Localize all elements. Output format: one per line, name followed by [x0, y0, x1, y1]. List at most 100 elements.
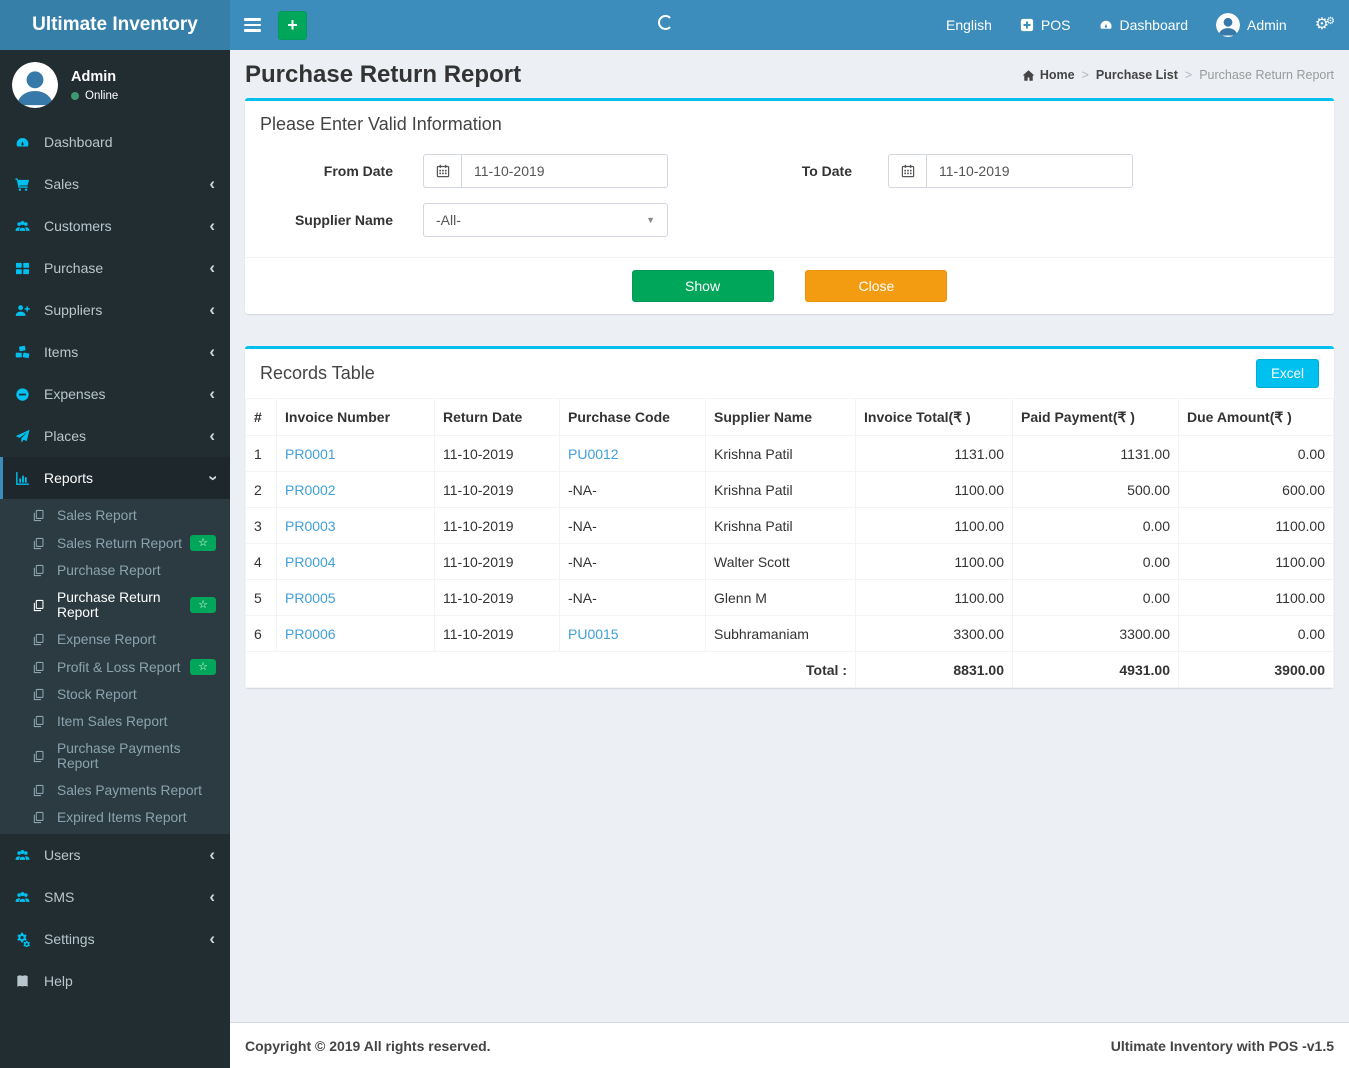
invoice-link[interactable]: PR0002 — [285, 482, 336, 498]
sidebar-sublink-sales-report[interactable]: Sales Report — [0, 502, 230, 529]
sidebar-sublink-sales-payments-report[interactable]: Sales Payments Report — [0, 777, 230, 804]
copy-icon — [32, 599, 51, 612]
sidebar-subitem-purchase-payments-report: Purchase Payments Report — [0, 735, 230, 777]
purchase-code-link[interactable]: PU0015 — [568, 626, 619, 642]
sidebar-link-sales[interactable]: Sales ‹ — [0, 163, 230, 205]
sidebar-sublink-purchase-report[interactable]: Purchase Report — [0, 557, 230, 584]
sidebar-sublink-expired-items-report[interactable]: Expired Items Report — [0, 804, 230, 831]
chevron-left-icon: ‹ — [209, 300, 215, 319]
cell-purchase-code: -NA- — [559, 507, 706, 544]
sidebar-item-customers: Customers ‹ — [0, 205, 230, 247]
purchase-code-link[interactable]: PU0012 — [568, 446, 619, 462]
sidebar-item-label: Dashboard — [44, 134, 113, 150]
sidebar-subitem-purchase-report: Purchase Report — [0, 557, 230, 584]
invoice-link[interactable]: PR0006 — [285, 626, 336, 642]
cell-invoice: PR0005 — [276, 579, 435, 616]
calendar-icon — [424, 155, 462, 187]
sidebar-link-users[interactable]: Users ‹ — [0, 834, 230, 876]
star-badge: ☆ — [190, 597, 216, 613]
breadcrumb-purchase-list[interactable]: Purchase List — [1096, 68, 1178, 82]
sidebar-link-reports[interactable]: Reports ‹ — [0, 457, 230, 499]
sidebar-link-purchase[interactable]: Purchase ‹ — [0, 247, 230, 289]
sidebar-toggle-button[interactable] — [230, 0, 275, 50]
sidebar-item-purchase: Purchase ‹ — [0, 247, 230, 289]
sidebar-item-label: Places — [44, 428, 87, 444]
excel-export-button[interactable]: Excel — [1255, 359, 1319, 388]
sidebar-link-settings[interactable]: Settings ‹ — [0, 918, 230, 960]
chevron-left-icon: ‹ — [209, 174, 215, 193]
sidebar-sublink-stock-report[interactable]: Stock Report — [0, 681, 230, 708]
sidebar-subitem-profit-loss-report: Profit & Loss Report ☆ — [0, 653, 230, 681]
cell-return-date: 11-10-2019 — [434, 471, 560, 508]
from-date-label: From Date — [323, 163, 393, 179]
sidebar-link-dashboard[interactable]: Dashboard — [0, 121, 230, 163]
cart-icon — [15, 177, 36, 192]
bar-chart-icon — [15, 471, 36, 486]
copyright-text: Copyright © 2019 All rights reserved. — [245, 1037, 491, 1054]
cell-due-amount: 0.00 — [1178, 435, 1334, 472]
table-row: 4 PR0004 11-10-2019 -NA- Walter Scott 1100.00… — [245, 543, 1334, 580]
copy-icon — [32, 715, 51, 728]
nav-user-menu[interactable]: Admin — [1202, 0, 1301, 50]
copy-icon — [32, 661, 51, 674]
sidebar-link-sms[interactable]: SMS ‹ — [0, 876, 230, 918]
copy-icon — [32, 750, 51, 763]
sidebar-sublink-purchase-return-report[interactable]: Purchase Return Report ☆ — [0, 584, 230, 626]
total-invoice: 8831.00 — [855, 651, 1013, 688]
nav-language[interactable]: English — [932, 0, 1006, 50]
sidebar-sublink-item-sales-report[interactable]: Item Sales Report — [0, 708, 230, 735]
content-wrapper: Purchase Return Report Home > Purchase L… — [230, 50, 1349, 1022]
sidebar-link-help[interactable]: Help — [0, 960, 230, 1002]
supplier-select[interactable]: -All- ▼ — [423, 203, 668, 237]
sidebar-link-suppliers[interactable]: Suppliers ‹ — [0, 289, 230, 331]
sidebar-subitem-sales-return-report: Sales Return Report ☆ — [0, 529, 230, 557]
sidebar-sublink-expense-report[interactable]: Expense Report — [0, 626, 230, 653]
star-badge: ☆ — [190, 535, 216, 551]
sidebar-sublink-profit-loss-report[interactable]: Profit & Loss Report ☆ — [0, 653, 230, 681]
cogs-icon: ⚙⚙ — [1314, 16, 1335, 33]
sidebar-link-expenses[interactable]: Expenses ‹ — [0, 373, 230, 415]
cell-invoice-total: 1100.00 — [855, 579, 1013, 616]
invoice-link[interactable]: PR0001 — [285, 446, 336, 462]
from-date-input[interactable] — [462, 155, 667, 187]
chevron-left-icon: ‹ — [209, 887, 215, 906]
sidebar-link-customers[interactable]: Customers ‹ — [0, 205, 230, 247]
sidebar-link-items[interactable]: Items ‹ — [0, 331, 230, 373]
nav-dashboard[interactable]: Dashboard — [1085, 0, 1203, 50]
show-button[interactable]: Show — [631, 270, 774, 302]
close-button[interactable]: Close — [805, 270, 948, 302]
sidebar-sublink-sales-return-report[interactable]: Sales Return Report ☆ — [0, 529, 230, 557]
sidebar-item-suppliers: Suppliers ‹ — [0, 289, 230, 331]
cell-supplier: Krishna Patil — [705, 507, 856, 544]
app-logo[interactable]: Ultimate Inventory — [0, 0, 230, 50]
sidebar-item-expenses: Expenses ‹ — [0, 373, 230, 415]
cell-supplier: Krishna Patil — [705, 435, 856, 472]
invoice-link[interactable]: PR0005 — [285, 590, 336, 606]
cell-return-date: 11-10-2019 — [434, 579, 560, 616]
invoice-link[interactable]: PR0004 — [285, 554, 336, 570]
sidebar-sublink-purchase-payments-report[interactable]: Purchase Payments Report — [0, 735, 230, 777]
quick-add-button[interactable]: + — [278, 10, 307, 40]
table-row: 2 PR0002 11-10-2019 -NA- Krishna Patil 1100.0… — [245, 471, 1334, 508]
loading-spinner-icon — [658, 15, 673, 30]
cell-purchase-code: -NA- — [559, 579, 706, 616]
copy-icon — [32, 564, 51, 577]
total-label: Total : — [245, 651, 856, 688]
sidebar-link-places[interactable]: Places ‹ — [0, 415, 230, 457]
avatar — [1216, 13, 1240, 37]
breadcrumb-home[interactable]: Home — [1022, 68, 1075, 82]
sidebar-item-dashboard: Dashboard — [0, 121, 230, 163]
column-header: Return Date — [434, 398, 560, 436]
invoice-link[interactable]: PR0003 — [285, 518, 336, 534]
sidebar-subitem-label: Expired Items Report — [57, 810, 187, 825]
nav-settings[interactable]: ⚙⚙ — [1301, 0, 1349, 50]
reports-submenu: Sales Report Sales Return Report ☆ Purchase… — [0, 499, 230, 834]
grid-icon — [15, 261, 36, 276]
to-date-input[interactable] — [927, 155, 1132, 187]
sidebar-item-label: SMS — [44, 889, 75, 905]
paper-plane-icon — [15, 429, 36, 444]
top-navbar: + English POS Dashboard Admin ⚙⚙ — [230, 0, 1349, 50]
nav-pos[interactable]: POS — [1006, 0, 1085, 50]
sidebar-item-reports: Reports ‹ Sales Report Sales Return Report ☆… — [0, 457, 230, 834]
chevron-down-icon: ‹ — [202, 475, 222, 481]
